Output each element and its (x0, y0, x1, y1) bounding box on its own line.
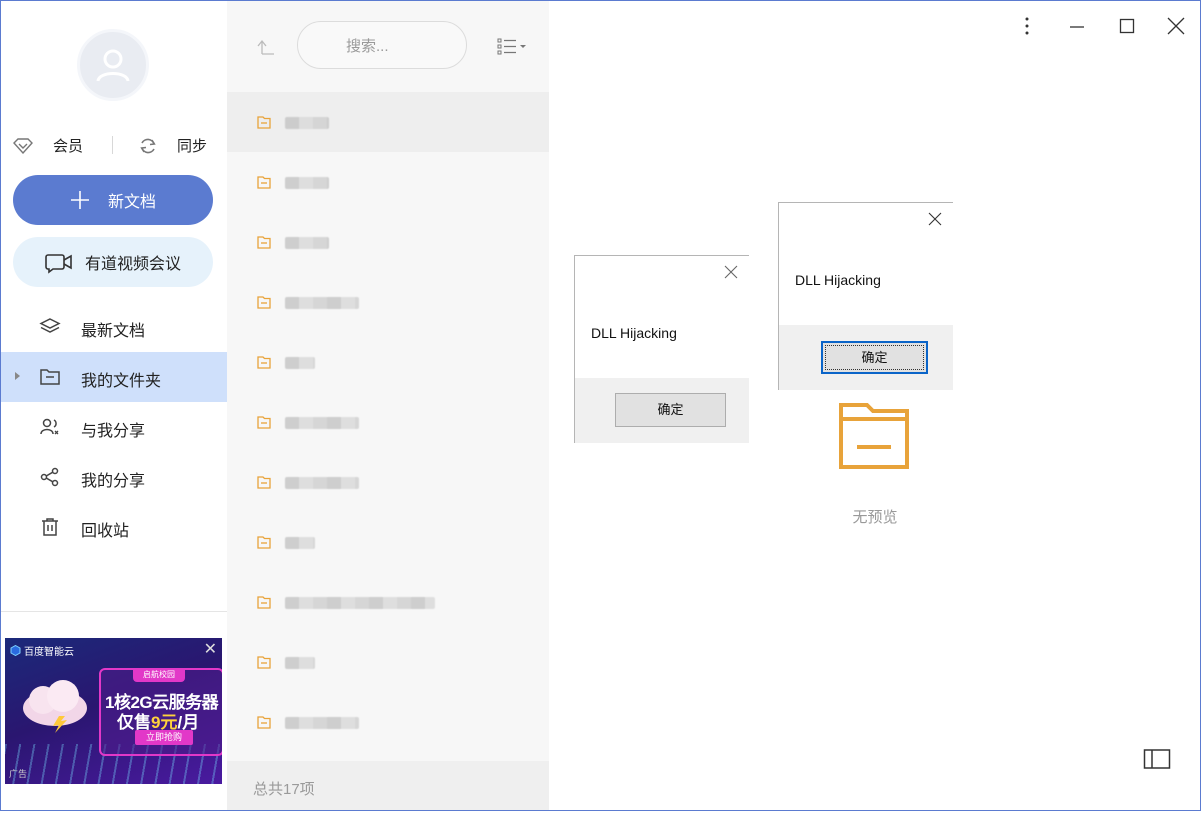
close-icon[interactable] (723, 264, 739, 280)
file-row[interactable] (227, 572, 549, 632)
folder-icon (257, 596, 271, 609)
close-icon[interactable] (927, 211, 943, 227)
folder-icon (257, 236, 271, 249)
cloud-icon (23, 680, 87, 733)
blurred-file-name (285, 297, 359, 309)
more-menu-icon[interactable] (1014, 13, 1040, 39)
blurred-file-name (285, 357, 315, 369)
video-camera-icon (45, 254, 72, 274)
sync-button[interactable]: 同步 (139, 135, 207, 156)
video-meeting-button[interactable]: 有道视频会议 (13, 237, 213, 287)
maximize-icon[interactable] (1114, 13, 1140, 39)
folder-icon (839, 403, 909, 469)
divider (1, 611, 227, 612)
sidebar-item-label: 最新文档 (81, 323, 146, 340)
item-count-label: 总共17项 (253, 781, 315, 798)
sidebar-item-label: 与我分享 (81, 423, 146, 440)
blurred-file-name (285, 117, 329, 129)
sync-label: 同步 (177, 138, 208, 155)
folder-icon (257, 416, 271, 429)
folder-icon (257, 536, 271, 549)
ad-close-button[interactable]: ✕ (204, 642, 217, 658)
ad-label: 广告 (9, 769, 28, 779)
file-row[interactable] (227, 392, 549, 452)
file-row[interactable] (227, 92, 549, 152)
shared-with-me-icon (40, 418, 59, 435)
sidebar-nav: 最新文档 我的文件夹 与我分享 我的分享 回收站 (1, 302, 227, 552)
new-document-button[interactable]: 新文档 (13, 175, 213, 225)
blurred-file-name (285, 717, 359, 729)
video-meeting-label: 有道视频会议 (84, 256, 181, 273)
dialog-footer: 确定 (575, 378, 749, 443)
caret-right-icon[interactable] (15, 372, 20, 380)
blurred-file-name (285, 177, 329, 189)
trash-icon (42, 518, 58, 536)
dialog-message: DLL Hijacking (591, 325, 677, 341)
folder-icon (257, 356, 271, 369)
folder-icon (257, 476, 271, 489)
sidebar-item-trash[interactable]: 回收站 (1, 502, 227, 552)
sidebar-item-label: 我的文件夹 (81, 373, 162, 390)
view-mode-icon[interactable] (497, 37, 529, 55)
ok-button[interactable]: 确定 (821, 341, 928, 374)
ad-cta-button[interactable]: 立即抢购 (135, 730, 193, 745)
new-document-label: 新文档 (107, 194, 156, 211)
avatar[interactable] (77, 29, 149, 101)
message-dialog: DLL Hijacking 确定 (778, 202, 953, 390)
item-count-bar: 总共17项 (227, 761, 549, 811)
blurred-file-name (285, 537, 315, 549)
message-dialog: DLL Hijacking 确定 (574, 255, 749, 443)
sidebar-item-shared-with-me[interactable]: 与我分享 (1, 402, 227, 452)
advertisement-banner[interactable]: 百度智能云 ✕ 启航校园 1核2G云服务器 仅售9元/月 立即抢购 广告 (5, 638, 222, 784)
file-row[interactable] (227, 152, 549, 212)
vip-button[interactable]: 会员 (13, 135, 83, 156)
brand-logo-icon (10, 645, 21, 656)
file-row[interactable] (227, 452, 549, 512)
no-preview-label: 无预览 (852, 509, 898, 526)
dialog-footer: 确定 (779, 325, 953, 390)
blurred-file-name (285, 597, 435, 609)
minimize-icon[interactable] (1064, 13, 1090, 39)
ad-tag: 启航校园 (133, 668, 185, 682)
file-list-pane: 搜索... 总共17项 (227, 1, 549, 811)
sidebar-item-recent[interactable]: 最新文档 (1, 302, 227, 352)
folder-icon (257, 656, 271, 669)
dialog-message: DLL Hijacking (795, 272, 881, 288)
toggle-panel-icon[interactable] (1143, 748, 1171, 770)
folder-icon (40, 369, 60, 385)
sidebar-item-my-folders[interactable]: 我的文件夹 (1, 352, 227, 402)
share-icon (40, 467, 59, 487)
folder-icon (257, 176, 271, 189)
blurred-file-name (285, 477, 359, 489)
file-row[interactable] (227, 272, 549, 332)
sidebar-item-label: 回收站 (81, 523, 130, 540)
folder-icon (257, 296, 271, 309)
search-input[interactable]: 搜索... (297, 21, 467, 69)
file-row[interactable] (227, 512, 549, 572)
plus-icon (70, 191, 89, 209)
file-row[interactable] (227, 692, 549, 752)
ok-button[interactable]: 确定 (615, 393, 726, 427)
sidebar-item-my-shares[interactable]: 我的分享 (1, 452, 227, 502)
file-row[interactable] (227, 332, 549, 392)
vip-label: 会员 (53, 138, 84, 155)
layers-icon (39, 318, 61, 333)
divider (112, 136, 113, 154)
file-row[interactable] (227, 212, 549, 272)
sidebar-item-label: 我的分享 (81, 473, 146, 490)
sync-icon (140, 138, 156, 153)
folder-icon (257, 116, 271, 129)
blurred-file-name (285, 417, 359, 429)
user-icon (96, 49, 130, 82)
blurred-file-name (285, 237, 329, 249)
ad-brand: 百度智能云 (10, 643, 74, 658)
up-level-icon[interactable] (257, 39, 275, 55)
diamond-icon (13, 137, 33, 154)
file-row[interactable] (227, 632, 549, 692)
blurred-file-name (285, 657, 315, 669)
folder-icon (257, 716, 271, 729)
close-icon[interactable] (1163, 13, 1189, 39)
